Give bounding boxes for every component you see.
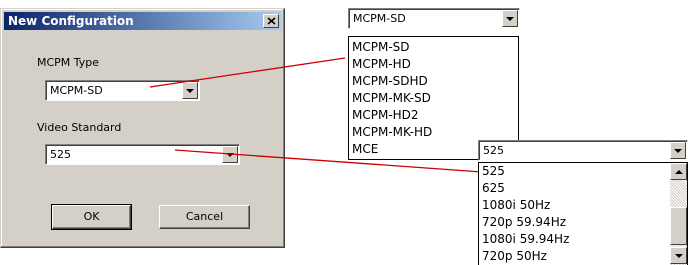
mcpm-dropdown-button[interactable]: [502, 10, 518, 27]
mcpm-dropdown-selected: MCPM-SD: [353, 12, 406, 25]
chevron-down-icon: [186, 88, 194, 93]
list-item[interactable]: 1080i 50Hz: [479, 197, 687, 214]
new-configuration-dialog: New Configuration MCPM Type MCPM-SD Vide…: [0, 8, 285, 248]
list-item[interactable]: 720p 50Hz: [479, 248, 687, 265]
mcpm-type-select[interactable]: MCPM-SD: [45, 80, 200, 101]
list-item[interactable]: 525: [479, 163, 687, 180]
scroll-thumb[interactable]: [670, 207, 687, 245]
list-item[interactable]: MCPM-MK-HD: [349, 124, 518, 141]
video-standard-select[interactable]: 525: [45, 144, 240, 165]
video-dropdown-combo[interactable]: 525: [478, 140, 688, 161]
video-dropdown-selected: 525: [483, 144, 504, 157]
video-standard-value: 525: [50, 148, 71, 161]
chevron-down-icon: [226, 152, 234, 157]
chevron-down-icon: [674, 148, 682, 153]
video-dropdown-button[interactable]: [670, 142, 686, 159]
dialog-titlebar[interactable]: New Configuration: [4, 12, 281, 30]
list-item[interactable]: 625: [479, 180, 687, 197]
list-item[interactable]: MCPM-SD: [349, 39, 518, 56]
video-list-scrollbar[interactable]: [670, 163, 687, 265]
cancel-button[interactable]: Cancel: [159, 205, 250, 229]
ok-button[interactable]: OK: [51, 204, 132, 230]
video-standard-dropdown-button[interactable]: [222, 146, 238, 163]
list-item[interactable]: MCPM-SDHD: [349, 73, 518, 90]
close-button[interactable]: [263, 14, 279, 28]
list-item[interactable]: 1080i 59.94Hz: [479, 231, 687, 248]
scroll-down-button[interactable]: [670, 247, 687, 264]
close-icon: [266, 17, 276, 25]
video-options-list: 525 625 1080i 50Hz 720p 59.94Hz 1080i 59…: [478, 162, 688, 265]
chevron-down-icon: [674, 253, 683, 258]
mcpm-dropdown-combo[interactable]: MCPM-SD: [348, 8, 520, 29]
video-standard-label: Video Standard: [37, 121, 122, 134]
mcpm-type-dropdown-button[interactable]: [182, 82, 198, 99]
dialog-title: New Configuration: [8, 14, 134, 28]
list-item[interactable]: 720p 59.94Hz: [479, 214, 687, 231]
list-item[interactable]: MCPM-HD: [349, 56, 518, 73]
chevron-up-icon: [674, 169, 683, 174]
mcpm-type-value: MCPM-SD: [50, 84, 103, 97]
list-item[interactable]: MCPM-MK-SD: [349, 90, 518, 107]
list-item[interactable]: MCPM-HD2: [349, 107, 518, 124]
scroll-up-button[interactable]: [670, 163, 687, 180]
chevron-down-icon: [506, 16, 514, 21]
mcpm-type-label: MCPM Type: [37, 56, 100, 69]
